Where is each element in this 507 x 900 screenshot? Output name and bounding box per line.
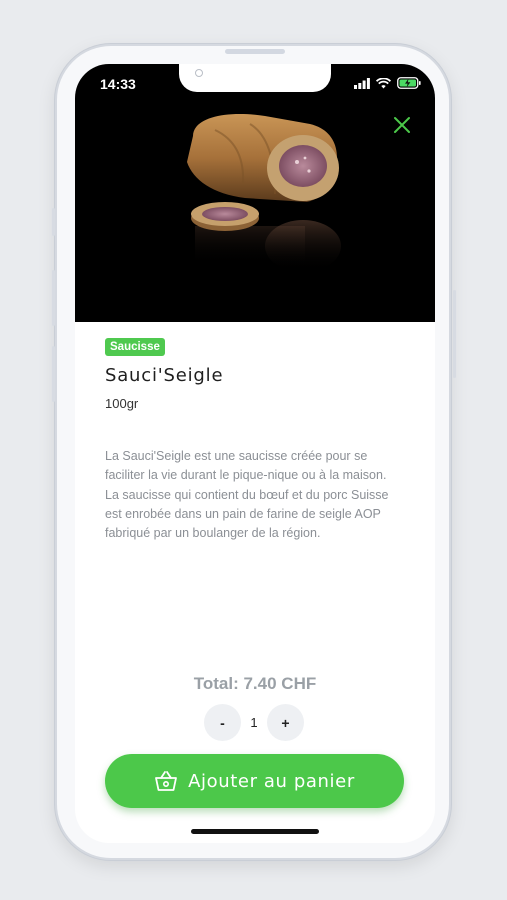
phone-power-button [453, 290, 456, 378]
product-details: Saucisse Sauci'Seigle 100gr La Sauci'Sei… [105, 337, 405, 543]
product-image [187, 114, 341, 272]
quantity-value: 1 [250, 715, 258, 730]
basket-icon [155, 771, 178, 791]
status-icons [354, 77, 421, 89]
category-badge: Saucisse [105, 338, 165, 356]
add-to-cart-button[interactable]: Ajouter au panier [105, 754, 404, 808]
increase-quantity-button[interactable]: + [267, 704, 304, 741]
phone-volume-down-button [52, 346, 55, 402]
status-time: 14:33 [100, 76, 136, 92]
decrease-quantity-button[interactable]: - [204, 704, 241, 741]
phone-side-button [52, 208, 55, 236]
close-button[interactable] [391, 114, 413, 136]
product-name: Sauci'Seigle [105, 365, 224, 386]
quantity-stepper: - 1 + [204, 704, 304, 741]
app-screen: 14:33 Saucisse Sauci'Seigle 100gr La Sau… [75, 64, 435, 843]
cart-total: Total: 7.40 CHF [193, 674, 317, 693]
battery-charging-icon [397, 77, 421, 89]
wifi-icon [376, 77, 391, 88]
front-camera [195, 69, 203, 77]
cellular-signal-icon [354, 77, 370, 89]
product-description: La Sauci'Seigle est une saucisse créée p… [105, 449, 389, 541]
close-icon [394, 117, 410, 133]
product-image-area: 14:33 [75, 64, 435, 322]
phone-speaker [225, 49, 285, 54]
add-to-cart-label: Ajouter au panier [188, 770, 355, 792]
product-weight: 100gr [105, 396, 139, 411]
home-indicator [191, 829, 319, 834]
phone-volume-up-button [52, 270, 55, 326]
camera-notch [179, 64, 331, 92]
